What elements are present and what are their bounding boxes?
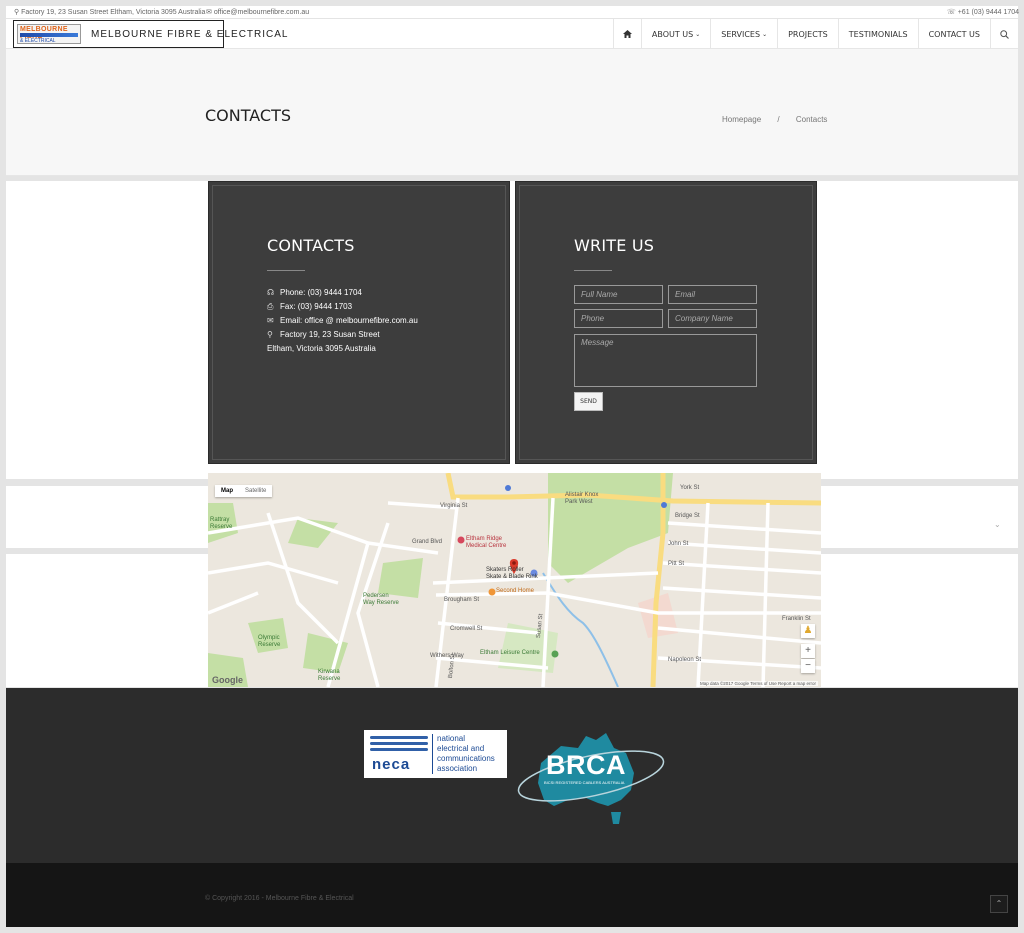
- main-nav: ABOUT US ⌄ SERVICES ⌄ PROJECTS TESTIMONIAL…: [612, 19, 1018, 49]
- breadcrumb: Homepage / Contacts: [722, 115, 841, 124]
- map-attribution[interactable]: Map data ©2017 Google Terms of Use Repor…: [697, 681, 818, 686]
- zoom-in-button[interactable]: +: [801, 644, 815, 658]
- email-input[interactable]: [668, 285, 757, 304]
- mail-icon: ✉: [206, 9, 212, 16]
- mail-icon: ✉: [267, 316, 274, 325]
- copyright-text: © Copyright 2016 - Melbourne Fibre & Ele…: [205, 895, 354, 902]
- write-us-title: WRITE US: [574, 236, 655, 255]
- zoom-out-button[interactable]: −: [801, 659, 815, 673]
- contact-address-line2: Eltham, Victoria 3095 Australia: [267, 344, 376, 353]
- nav-about-us[interactable]: ABOUT US ⌄: [640, 19, 710, 49]
- topbar-phone: ☏ +61 (03) 9444 1704: [947, 9, 1020, 16]
- breadcrumb-separator: /: [777, 115, 780, 124]
- nav-services[interactable]: SERVICES ⌄: [710, 19, 777, 49]
- topbar-address: ⚲ Factory 19, 23 Susan Street Eltham, Vi…: [14, 9, 206, 16]
- site-logo[interactable]: MELBOURNE FIBRE & ELECTRICAL MELBOURNE F…: [13, 20, 287, 48]
- contacts-title: CONTACTS: [267, 236, 355, 255]
- contact-address: ⚲ Factory 19, 23 Susan Street: [267, 330, 380, 339]
- phone-icon: ☏: [947, 9, 956, 16]
- location-map[interactable]: Virginia St Eltham Ridge Medical Centre …: [208, 473, 821, 687]
- copyright-bar: © Copyright 2016 - Melbourne Fibre & Ele…: [6, 863, 1018, 927]
- chevron-down-icon: ⌄: [994, 520, 1001, 529]
- contacts-panel: CONTACTS ☊ Phone: (03) 9444 1704 ⎙ Fax: (0…: [208, 181, 510, 464]
- write-us-panel: WRITE US SEND: [515, 181, 817, 464]
- nav-testimonials[interactable]: TESTIMONIALS: [837, 19, 918, 49]
- message-textarea[interactable]: [574, 334, 757, 387]
- fax-icon: ⎙: [267, 302, 274, 311]
- home-icon: [622, 30, 632, 38]
- chevron-down-icon: ⌄: [762, 30, 768, 38]
- location-pin-icon: ⚲: [14, 9, 20, 16]
- breadcrumb-current: Contacts: [795, 115, 828, 124]
- chevron-down-icon: ⌄: [695, 30, 701, 38]
- nav-search[interactable]: [990, 19, 1018, 49]
- phone-input[interactable]: [574, 309, 663, 328]
- page-title: CONTACTS: [205, 106, 292, 125]
- street-view-pegman-icon[interactable]: ♟: [801, 624, 815, 638]
- title-divider: [267, 270, 305, 271]
- headset-icon: ☊: [267, 288, 275, 297]
- site-header: MELBOURNE FIBRE & ELECTRICAL MELBOURNE F…: [6, 19, 1018, 49]
- contact-fax: ⎙ Fax: (03) 9444 1703: [267, 302, 353, 311]
- send-button[interactable]: SEND: [574, 392, 603, 411]
- nav-projects[interactable]: PROJECTS: [777, 19, 838, 49]
- chevron-up-icon: ⌃: [995, 899, 1003, 908]
- content-section: [6, 181, 1018, 479]
- logo-badge: MELBOURNE FIBRE & ELECTRICAL: [17, 24, 81, 44]
- site-footer: neca national electrical and communicati…: [6, 688, 1018, 863]
- page-title-band: CONTACTS Homepage / Contacts: [6, 49, 1018, 176]
- nav-home[interactable]: [612, 19, 641, 49]
- back-to-top-button[interactable]: ⌃: [990, 895, 1008, 913]
- top-info-bar: ⚲ Factory 19, 23 Susan Street Eltham, Vi…: [6, 6, 1020, 18]
- contact-phone: ☊ Phone: (03) 9444 1704: [267, 288, 362, 297]
- breadcrumb-home[interactable]: Homepage: [722, 115, 761, 124]
- map-toggle-satellite[interactable]: Satellite: [239, 485, 272, 497]
- neca-logo[interactable]: neca national electrical and communicati…: [364, 730, 507, 778]
- location-pin-icon: ⚲: [267, 330, 273, 339]
- google-logo[interactable]: Google: [212, 675, 243, 685]
- contact-email[interactable]: ✉ Email: office @ melbournefibre.com.au: [267, 316, 418, 325]
- topbar-email[interactable]: ✉ office@melbournefibre.com.au: [206, 8, 309, 16]
- nav-contact-us[interactable]: CONTACT US: [917, 19, 990, 49]
- company-name-input[interactable]: [668, 309, 757, 328]
- map-type-toggle: Map Satellite: [215, 485, 273, 497]
- search-icon: [1000, 29, 1009, 39]
- brca-logo[interactable]: BRCA BICSI REGISTERED CABLERS AUSTRALIA: [516, 728, 666, 828]
- logo-text: MELBOURNE FIBRE & ELECTRICAL: [91, 29, 289, 40]
- full-name-input[interactable]: [574, 285, 663, 304]
- map-toggle-map[interactable]: Map: [215, 485, 239, 497]
- title-divider: [574, 270, 612, 271]
